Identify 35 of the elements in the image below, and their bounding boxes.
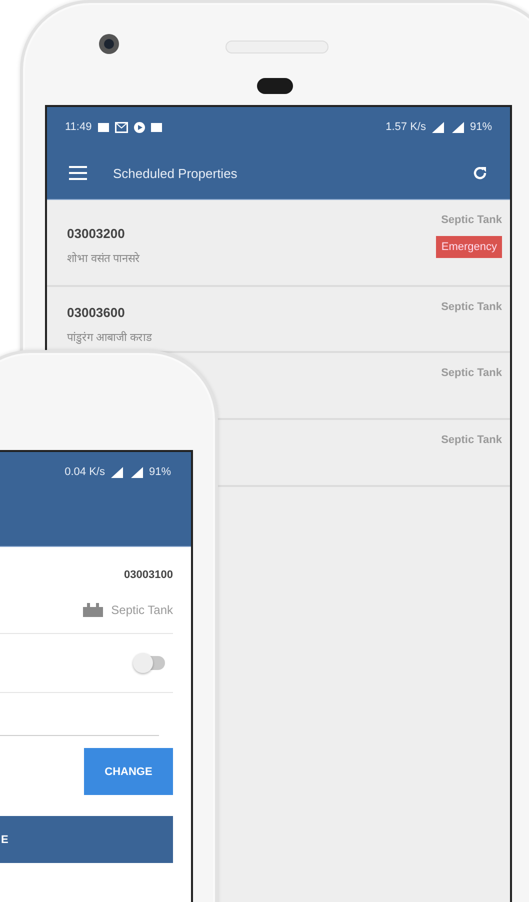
- toggle-switch[interactable]: [135, 656, 165, 670]
- property-id: 03003100: [124, 569, 173, 581]
- signal-icon: [432, 122, 444, 132]
- toolbar-title: Scheduled Properties: [113, 166, 238, 180]
- network-speed: 0.04 K/s: [64, 466, 105, 478]
- action-button[interactable]: E: [0, 816, 173, 863]
- property-type: Septic Tank: [441, 367, 502, 379]
- signal-icon: [450, 122, 464, 132]
- signal-icon: [110, 466, 123, 478]
- property-row[interactable]: 03003200 शोभा वसंत पानसरे Septic Tank Emergency: [47, 200, 510, 287]
- emergency-badge: Emergency: [436, 236, 502, 258]
- mail-icon: [114, 122, 128, 132]
- property-type: Septic Tank: [441, 434, 502, 446]
- property-id: 03003200: [67, 226, 125, 241]
- notification-icon: [98, 122, 109, 132]
- battery-level: 91%: [148, 466, 171, 478]
- property-type: Septic Tank: [441, 214, 502, 226]
- notification-icon: [150, 122, 162, 132]
- play-icon: [134, 122, 145, 132]
- sensor-icon: [257, 78, 293, 94]
- owner-name: शोभा वसंत पानसरे: [67, 251, 140, 265]
- menu-icon[interactable]: [69, 166, 87, 180]
- change-button[interactable]: CHANGE: [84, 748, 173, 795]
- septic-tank-icon: [83, 603, 104, 617]
- status-time: 11:49: [65, 121, 92, 133]
- owner-name: पांडुरंग आबाजी कराड: [67, 330, 152, 344]
- property-type: Septic Tank: [441, 301, 502, 313]
- camera-icon: [98, 33, 120, 55]
- battery-level: 91%: [470, 121, 492, 133]
- network-speed: 1.57 K/s: [386, 121, 426, 133]
- property-id: 03003600: [67, 305, 125, 320]
- signal-icon: [128, 466, 143, 478]
- refresh-icon[interactable]: [472, 165, 488, 181]
- property-type: Septic Tank: [111, 603, 173, 617]
- speaker-grille-icon: [225, 40, 329, 54]
